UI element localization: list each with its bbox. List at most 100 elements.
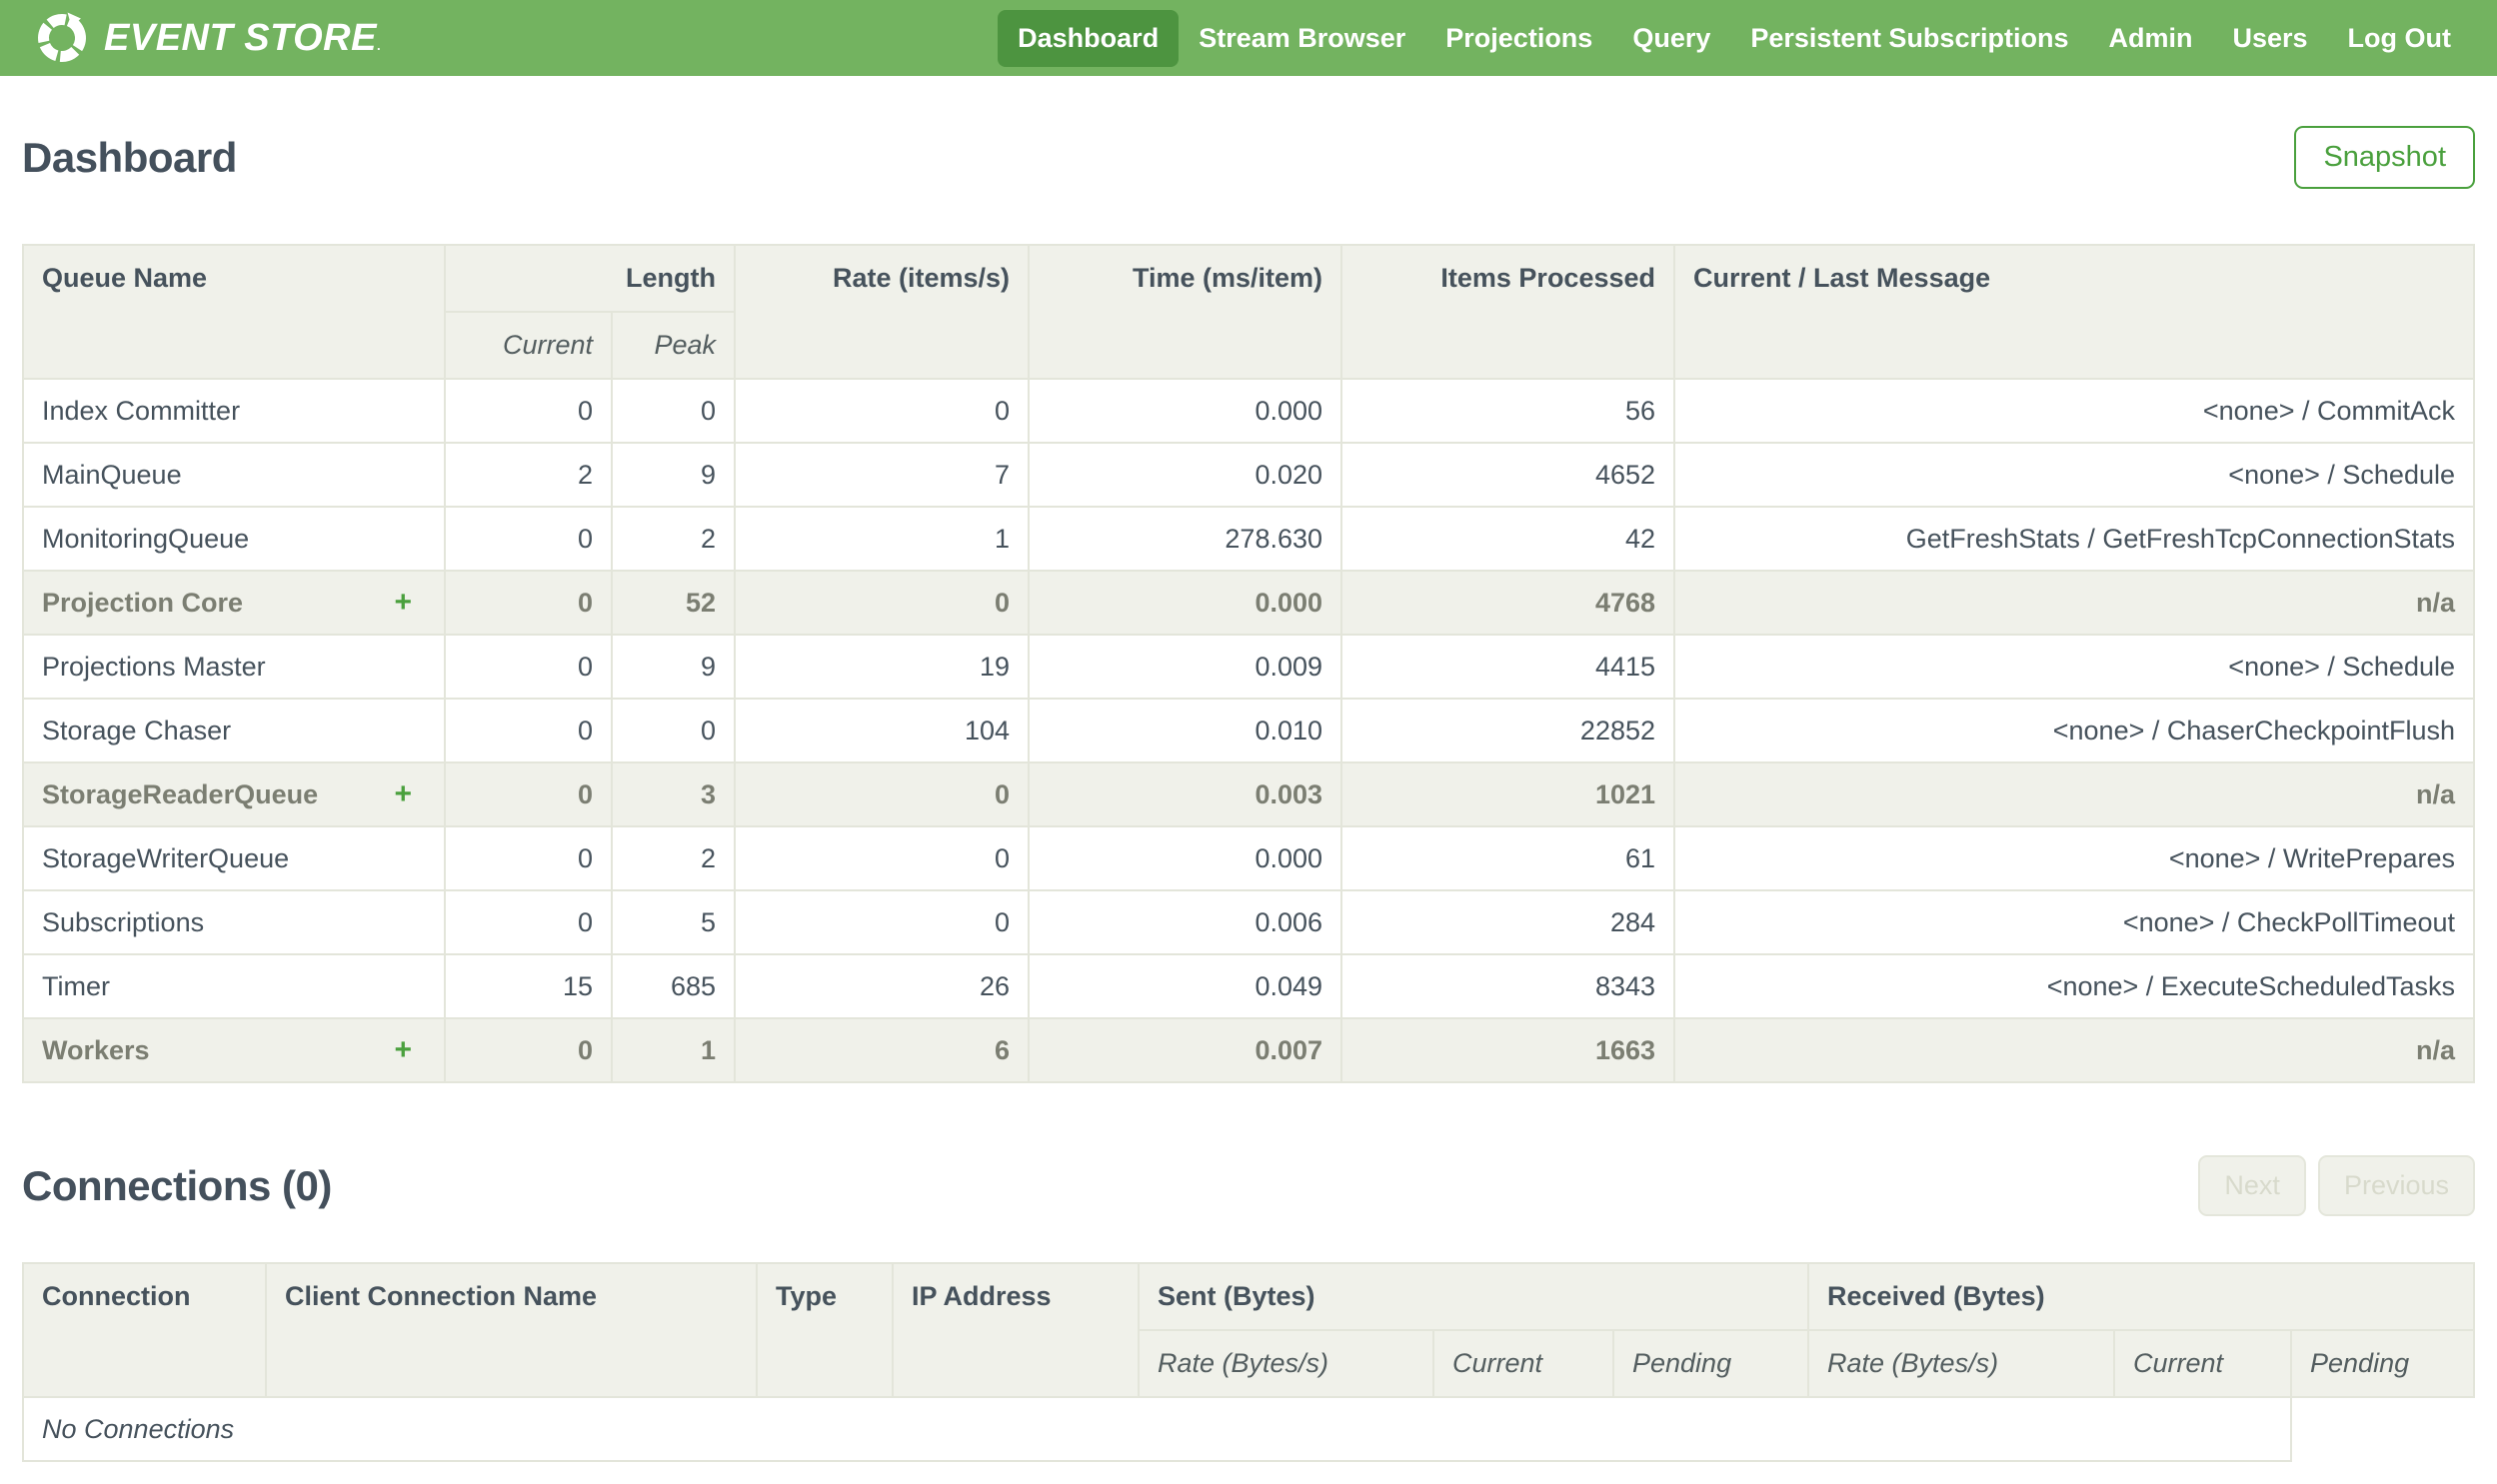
- column-items-processed: Items Processed: [1340, 244, 1676, 380]
- queue-name: Subscriptions: [42, 906, 205, 937]
- column-message: Current / Last Message: [1673, 244, 2475, 380]
- queue-items-processed: 1663: [1340, 1017, 1676, 1083]
- queue-time: 278.630: [1028, 506, 1343, 572]
- queue-time: 0.006: [1028, 889, 1343, 955]
- expand-plus-icon[interactable]: +: [394, 1033, 426, 1067]
- queue-time: 0.003: [1028, 761, 1343, 827]
- column-length: Length: [443, 244, 737, 313]
- queue-message: <none> / ChaserCheckpointFlush: [1673, 698, 2475, 763]
- queue-rate: 0: [734, 889, 1031, 955]
- queue-name-cell: StorageWriterQueue: [22, 825, 446, 891]
- queue-rate: 104: [734, 698, 1031, 763]
- queue-items-processed: 61: [1340, 825, 1676, 891]
- queue-rate: 26: [734, 953, 1031, 1019]
- column-received-pending: Pending: [2290, 1329, 2475, 1398]
- expand-plus-icon[interactable]: +: [394, 586, 426, 620]
- queue-length-peak: 2: [610, 825, 737, 891]
- queue-length-current: 0: [444, 1017, 613, 1083]
- nav-menu: Dashboard Stream Browser Projections Query P…: [998, 9, 2471, 67]
- nav-item-query[interactable]: Query: [1612, 10, 1730, 67]
- queue-name-cell: Workers +: [22, 1017, 446, 1083]
- queue-name: Projections Master: [42, 651, 266, 682]
- queue-time: 0.049: [1028, 953, 1343, 1019]
- queue-length-current: 0: [444, 378, 613, 444]
- queue-message: n/a: [1673, 570, 2475, 636]
- nav-item-admin[interactable]: Admin: [2088, 10, 2212, 67]
- queue-items-processed: 42: [1340, 506, 1676, 572]
- queue-length-current: 15: [444, 953, 613, 1019]
- nav-item-projections[interactable]: Projections: [1425, 10, 1612, 67]
- nav-item-persistent-subscriptions[interactable]: Persistent Subscriptions: [1730, 10, 2088, 67]
- queue-row: StorageWriterQueue 0 2 0 0.000 61 <none>…: [22, 825, 2475, 891]
- queue-time: 0.010: [1028, 698, 1343, 763]
- expand-plus-icon[interactable]: +: [394, 777, 426, 811]
- page-header: Dashboard Snapshot: [22, 126, 2475, 189]
- nav-item-users[interactable]: Users: [2212, 10, 2327, 67]
- connections-title: Connections (0): [22, 1161, 332, 1209]
- queue-name-cell: Projections Master: [22, 634, 446, 700]
- column-received-current: Current: [2113, 1329, 2293, 1398]
- queue-row: Projections Master 0 9 19 0.009 4415 <no…: [22, 634, 2475, 700]
- connections-table: Connection Client Connection Name Type I…: [21, 1262, 2475, 1462]
- brand-registered-mark: .: [376, 37, 382, 53]
- queue-length-peak: 9: [610, 634, 737, 700]
- queue-name-cell: MonitoringQueue: [22, 506, 446, 572]
- queue-name: StorageWriterQueue: [42, 842, 290, 873]
- no-connections-row: No Connections: [21, 1396, 2474, 1462]
- queue-items-processed: 284: [1340, 889, 1676, 955]
- previous-button[interactable]: Previous: [2317, 1155, 2475, 1216]
- snapshot-button[interactable]: Snapshot: [2294, 126, 2475, 189]
- queue-items-processed: 4652: [1340, 442, 1676, 508]
- queue-row: Subscriptions 0 5 0 0.006 284 <none> / C…: [22, 889, 2475, 955]
- queue-length-peak: 5: [610, 889, 737, 955]
- queue-time: 0.000: [1028, 570, 1343, 636]
- column-client-connection-name: Client Connection Name: [265, 1262, 758, 1398]
- queue-message: GetFreshStats / GetFreshTcpConnectionSta…: [1673, 506, 2475, 572]
- queue-name-cell: Timer: [22, 953, 446, 1019]
- queue-rate: 6: [734, 1017, 1031, 1083]
- connections-table-body: No Connections: [21, 1396, 2474, 1462]
- queue-message: <none> / ExecuteScheduledTasks: [1673, 953, 2475, 1019]
- nav-item-log-out[interactable]: Log Out: [2328, 10, 2471, 67]
- queue-length-current: 0: [444, 825, 613, 891]
- queue-length-peak: 9: [610, 442, 737, 508]
- column-queue-name: Queue Name: [22, 244, 446, 380]
- queue-row: Timer 15 685 26 0.049 8343 <none> / Exec…: [22, 953, 2475, 1019]
- queue-length-current: 2: [444, 442, 613, 508]
- nav-item-stream-browser[interactable]: Stream Browser: [1179, 10, 1425, 67]
- brand-text: EVENT STORE.: [104, 16, 382, 59]
- queue-row: Storage Chaser 0 0 104 0.010 22852 <none…: [22, 698, 2475, 763]
- queues-table-header: Queue Name Length Rate (items/s) Time (m…: [22, 244, 2475, 380]
- queue-row: MainQueue 2 9 7 0.020 4652 <none> / Sche…: [22, 442, 2475, 508]
- queue-time: 0.007: [1028, 1017, 1343, 1083]
- queue-length-current: 0: [444, 570, 613, 636]
- queue-message: <none> / Schedule: [1673, 442, 2475, 508]
- next-button[interactable]: Next: [2198, 1155, 2306, 1216]
- column-received-rate: Rate (Bytes/s): [1807, 1329, 2116, 1398]
- queue-length-current: 0: [444, 889, 613, 955]
- queue-message: n/a: [1673, 761, 2475, 827]
- column-length-current: Current: [444, 311, 613, 380]
- queue-time: 0.020: [1028, 442, 1343, 508]
- queue-rate: 0: [734, 570, 1031, 636]
- queue-rate: 0: [734, 761, 1031, 827]
- nav-item-dashboard[interactable]: Dashboard: [998, 9, 1180, 67]
- event-store-logo[interactable]: EVENT STORE.: [34, 10, 381, 66]
- queue-rate: 0: [734, 378, 1031, 444]
- queues-table-body: Index Committer 0 0 0 0.000 5 6 <none> / …: [22, 378, 2475, 1083]
- column-ip-address: IP Address: [892, 1262, 1140, 1398]
- queue-name-cell: StorageReaderQueue +: [22, 761, 446, 827]
- queue-row: Projection Core + 0 52 0 0.000 4768 n/a: [22, 570, 2475, 636]
- queue-name-cell: Subscriptions: [22, 889, 446, 955]
- event-store-ring-icon: [38, 12, 86, 62]
- column-length-peak: Peak: [610, 311, 737, 380]
- column-received-bytes: Received (Bytes): [1807, 1262, 2475, 1331]
- column-sent-current: Current: [1432, 1329, 1614, 1398]
- queue-length-current: 0: [444, 761, 613, 827]
- queue-row: MonitoringQueue 0 2 1 278.630 42 GetFres…: [22, 506, 2475, 572]
- queue-length-current: 0: [444, 506, 613, 572]
- queue-length-peak: 0: [610, 698, 737, 763]
- queue-length-current: 0: [444, 698, 613, 763]
- queue-name-cell: Index Committer: [22, 378, 446, 444]
- queue-rate: 1: [734, 506, 1031, 572]
